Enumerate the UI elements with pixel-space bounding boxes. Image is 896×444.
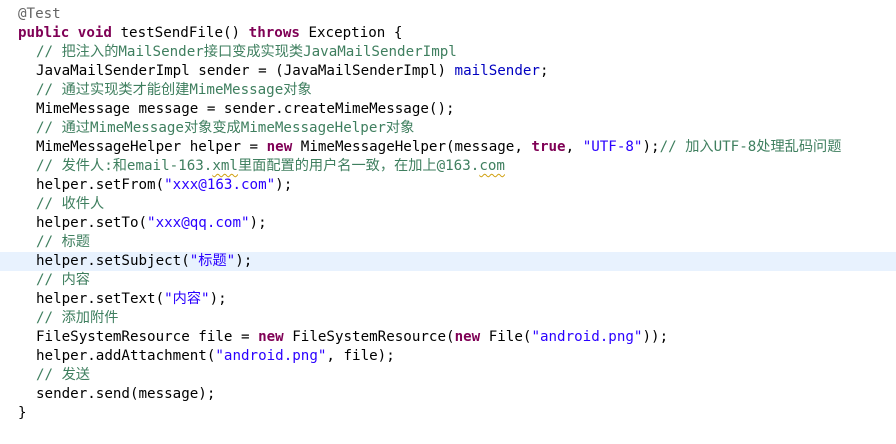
code-line[interactable]: } — [0, 404, 896, 423]
code-token: ); — [249, 215, 267, 231]
code-token: MimeMessage message = sender.createMimeM… — [36, 101, 455, 117]
method-name-token: testSendFile() — [120, 25, 241, 41]
keyword-token: void — [77, 25, 112, 41]
code-line[interactable]: // 内容 — [0, 271, 896, 290]
keyword-token: true — [531, 139, 566, 155]
code-line[interactable]: // 通过MimeMessage对象变成MimeMessageHelper对象 — [0, 119, 896, 138]
code-line[interactable]: JavaMailSenderImpl sender = (JavaMailSen… — [0, 62, 896, 81]
code-line[interactable]: public void testSendFile() throws Except… — [0, 24, 896, 43]
keyword-token: new — [258, 329, 284, 345]
code-line[interactable]: helper.setTo("xxx@qq.com"); — [0, 214, 896, 233]
code-token: helper.setFrom( — [36, 177, 165, 193]
code-token: helper.setTo( — [36, 215, 148, 231]
code-token: MimeMessageHelper helper = — [36, 139, 267, 155]
code-token: )); — [642, 329, 669, 345]
code-token: helper.setSubject( — [36, 253, 190, 269]
code-line[interactable]: // 把注入的MailSender接口变成实现类JavaMailSenderIm… — [0, 43, 896, 62]
code-token: File( — [480, 329, 532, 345]
code-token: sender.send(message); — [36, 386, 216, 402]
keyword-token: throws — [248, 25, 300, 41]
string-token: "标题" — [189, 253, 236, 269]
code-line[interactable]: // 添加附件 — [0, 309, 896, 328]
code-line[interactable]: @Test — [0, 5, 896, 24]
code-line[interactable]: // 收件人 — [0, 195, 896, 214]
code-token: ); — [642, 139, 660, 155]
comment-token: // 加入UTF-8处理乱码问题 — [659, 139, 842, 155]
comment-token: // 收件人 — [36, 196, 105, 212]
code-token: MimeMessageHelper(message, — [292, 139, 532, 155]
code-line[interactable]: FileSystemResource file = new FileSystem… — [0, 328, 896, 347]
comment-token: // 通过MimeMessage对象变成MimeMessageHelper对象 — [36, 120, 415, 136]
code-token: JavaMailSenderImpl sender = (JavaMailSen… — [36, 63, 455, 79]
code-line[interactable]: // 标题 — [0, 233, 896, 252]
code-token: ); — [209, 291, 227, 307]
comment-token: // 把注入的MailSender接口变成实现类JavaMailSenderIm… — [36, 44, 457, 60]
code-token: , file); — [326, 348, 395, 364]
field-token: mailSender — [454, 63, 540, 79]
code-token: ); — [275, 177, 293, 193]
string-token: "xxx@qq.com" — [147, 215, 250, 231]
code-token: ); — [235, 253, 253, 269]
string-token: "UTF-8" — [582, 139, 643, 155]
code-line[interactable]: // 发送 — [0, 366, 896, 385]
code-token: helper.addAttachment( — [36, 348, 216, 364]
comment-token: // 标题 — [36, 234, 90, 250]
code-line[interactable]: // 通过实现类才能创建MimeMessage对象 — [0, 81, 896, 100]
code-line[interactable]: MimeMessageHelper helper = new MimeMessa… — [0, 138, 896, 157]
string-token: "内容" — [164, 291, 210, 307]
code-editor[interactable]: @Test public void testSendFile() throws … — [0, 5, 896, 423]
closing-brace: } — [18, 405, 27, 421]
string-token: "android.png" — [531, 329, 643, 345]
code-token: FileSystemResource file = — [36, 329, 259, 345]
string-token: "xxx@163.com" — [164, 177, 276, 193]
code-token: Exception { — [308, 25, 403, 41]
comment-token: 里面配置的用户名一致，在加上@163. — [237, 158, 480, 174]
code-token: ; — [539, 63, 549, 79]
code-line[interactable]: helper.setText("内容"); — [0, 290, 896, 309]
spellcheck-token: xml — [212, 158, 238, 174]
code-token: helper.setText( — [36, 291, 165, 307]
comment-token: // 通过实现类才能创建MimeMessage对象 — [36, 82, 312, 98]
string-token: "android.png" — [215, 348, 327, 364]
code-line[interactable]: helper.setFrom("xxx@163.com"); — [0, 176, 896, 195]
code-line[interactable]: MimeMessage message = sender.createMimeM… — [0, 100, 896, 119]
spellcheck-token: com — [479, 158, 505, 174]
keyword-token: new — [454, 329, 481, 345]
keyword-token: new — [266, 139, 293, 155]
comment-token: // 发送 — [36, 367, 90, 383]
comment-token: // 发件人:和email-163. — [36, 158, 213, 174]
current-code-line[interactable]: helper.setSubject("标题"); — [0, 252, 896, 271]
comment-token: // 内容 — [36, 272, 90, 288]
keyword-token: public — [18, 25, 70, 41]
code-token: FileSystemResource( — [283, 329, 455, 345]
code-token: , — [565, 139, 583, 155]
code-line[interactable]: // 发件人:和email-163.xml里面配置的用户名一致，在加上@163.… — [0, 157, 896, 176]
annotation-token: @Test — [18, 6, 61, 22]
code-line[interactable]: sender.send(message); — [0, 385, 896, 404]
comment-token: // 添加附件 — [36, 310, 119, 326]
code-line[interactable]: helper.addAttachment("android.png", file… — [0, 347, 896, 366]
